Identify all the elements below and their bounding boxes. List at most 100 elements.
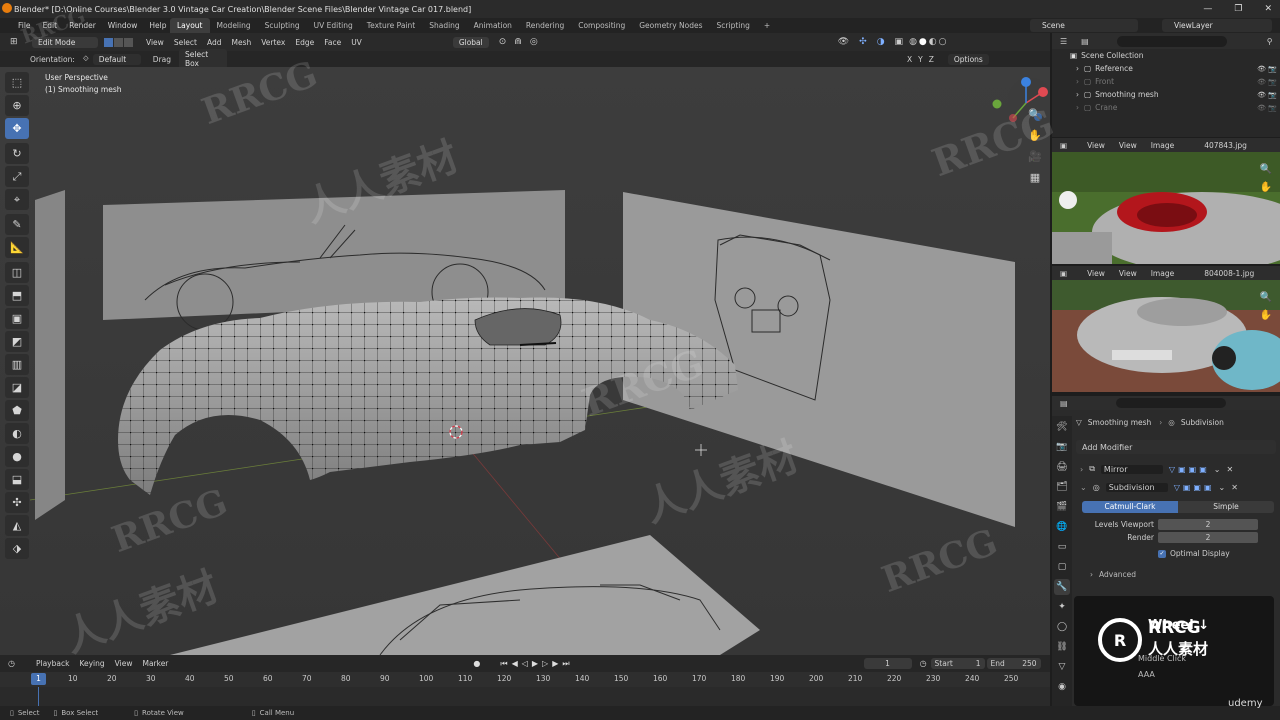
menu-timeline-view[interactable]: View (110, 659, 138, 668)
outliner-row[interactable]: › ▢ Crane 👁 📷 (1052, 101, 1280, 114)
data-icon[interactable]: ▽ (1054, 659, 1070, 675)
image-editor-1-menu-view-2[interactable]: View (1119, 141, 1137, 150)
outliner-editor-icon[interactable]: ☰ (1060, 37, 1067, 46)
tab-shading[interactable]: Shading (422, 18, 466, 33)
options-dropdown[interactable]: Options (947, 53, 989, 65)
mirror-axis-y[interactable]: Y (918, 55, 923, 64)
tool-icon[interactable]: 🛠 (1054, 419, 1070, 435)
menu-face[interactable]: Face (319, 38, 346, 47)
image-editor-2-menu-image[interactable]: Image (1151, 269, 1175, 278)
collection-icon[interactable]: ▭ (1054, 539, 1070, 555)
annotate-icon[interactable]: ✎ (5, 214, 29, 235)
advanced-subpanel[interactable]: › Advanced (1090, 570, 1136, 579)
view-layer-selector[interactable]: ViewLayer (1162, 19, 1272, 32)
inset-icon[interactable]: ▣ (5, 308, 29, 329)
expand-chevron-icon[interactable]: › (1080, 465, 1083, 474)
expand-chevron-icon[interactable]: › (1076, 64, 1084, 73)
menu-view[interactable]: View (141, 38, 169, 47)
display-mode-icon[interactable]: ▤ (1081, 37, 1089, 46)
camera-icon[interactable]: 🎥 (1026, 150, 1044, 168)
edge-select-icon[interactable] (114, 37, 123, 47)
image-editor-1-filename[interactable]: 407843.jpg (1204, 141, 1247, 150)
render-levels-field[interactable]: 2 (1158, 532, 1258, 543)
remove-modifier-icon[interactable]: ✕ (1231, 483, 1238, 492)
minimize-button[interactable]: — (1203, 4, 1212, 14)
outliner-row[interactable]: › ▢ Smoothing mesh 👁 📷 (1052, 88, 1280, 101)
expand-chevron-icon[interactable]: › (1076, 77, 1084, 86)
image-editor-icon[interactable]: ▣ (1060, 141, 1067, 150)
mode-selector[interactable]: Edit Mode (32, 36, 98, 48)
scene-icon[interactable]: 🎬 (1054, 499, 1070, 515)
tab-compositing[interactable]: Compositing (571, 18, 632, 33)
tab-scripting[interactable]: Scripting (710, 18, 757, 33)
knife-icon[interactable]: ◪ (5, 377, 29, 398)
rip-icon[interactable]: ⬗ (5, 538, 29, 559)
shear-icon[interactable]: ◭ (5, 515, 29, 536)
outliner-row[interactable]: › ▢ Front 👁 📷 (1052, 75, 1280, 88)
remove-modifier-icon[interactable]: ✕ (1226, 465, 1233, 474)
menu-help[interactable]: Help (143, 21, 172, 30)
modifier-menu-icon[interactable]: ⌄ (1219, 483, 1226, 492)
transform-icon[interactable]: ⌖ (5, 189, 29, 210)
menu-select[interactable]: Select (169, 38, 202, 47)
preview-range-icon[interactable]: ◷ (920, 659, 927, 668)
wireframe-shading-icon[interactable]: ◍ (909, 37, 917, 47)
add-workspace-button[interactable]: + (757, 18, 777, 33)
render-camera-icon[interactable]: 📷 (1268, 78, 1277, 86)
modifier-mirror-name[interactable]: Mirror (1100, 464, 1163, 474)
image-zoom-icon[interactable]: 🔍 (1260, 164, 1272, 175)
image-editor-2-filename[interactable]: 804008-1.jpg (1204, 269, 1254, 278)
visibility-eye-icon[interactable]: 👁 (1257, 78, 1266, 86)
close-button[interactable]: ✕ (1264, 4, 1272, 14)
expand-chevron-icon[interactable]: › (1076, 103, 1084, 112)
menu-mesh[interactable]: Mesh (226, 38, 256, 47)
filter-icon[interactable]: ⚲ (1267, 37, 1273, 46)
mirror-axis-x[interactable]: X (907, 55, 912, 64)
frame-ruler[interactable]: 1 10 20 30 40 50 60 70 80 90 100 110 120 130 140 150 16… (0, 672, 1050, 687)
menu-vertex[interactable]: Vertex (256, 38, 290, 47)
spin-icon[interactable]: ◐ (5, 423, 29, 444)
3d-viewport[interactable]: User Perspective (1) Smoothing mesh (0, 67, 1050, 655)
visibility-eye-icon[interactable]: 👁 (1257, 104, 1266, 112)
optimal-display-checkbox[interactable]: ✓ (1158, 549, 1166, 558)
current-frame-marker[interactable]: 1 (31, 673, 46, 685)
material-shading-icon[interactable]: ◐ (929, 37, 937, 47)
render-camera-icon[interactable]: 📷 (1268, 65, 1277, 73)
expand-chevron-icon[interactable]: › (1076, 90, 1084, 99)
constraints-icon[interactable]: ⛓ (1054, 639, 1070, 655)
current-frame-field[interactable]: 1 (863, 658, 912, 669)
modifier-mirror[interactable]: › ⧉ Mirror ▽▣▣▣ ⌄ ✕ (1076, 462, 1276, 476)
tab-uv-editing[interactable]: UV Editing (307, 18, 360, 33)
simple-option[interactable]: Simple (1178, 501, 1274, 513)
particles-icon[interactable]: ✦ (1054, 599, 1070, 615)
world-icon[interactable]: 🌐 (1054, 519, 1070, 535)
tab-rendering[interactable]: Rendering (519, 18, 571, 33)
collapse-chevron-icon[interactable]: ⌄ (1080, 483, 1087, 492)
modifier-visibility-icons[interactable]: ▽▣▣▣ (1174, 483, 1215, 492)
move-icon[interactable]: ✥ (5, 118, 29, 139)
menu-window[interactable]: Window (102, 21, 144, 30)
scene-selector[interactable]: Scene (1030, 19, 1138, 32)
tab-modeling[interactable]: Modeling (210, 18, 258, 33)
view-layer-icon[interactable]: 🗂 (1054, 479, 1070, 495)
modifier-subdivision[interactable]: ⌄ ◎ Subdivision ▽▣▣▣ ⌄ ✕ (1076, 480, 1276, 494)
render-icon[interactable]: 📷 (1054, 439, 1070, 455)
cursor-icon[interactable]: ⊕ (5, 95, 29, 116)
face-select-icon[interactable] (124, 37, 133, 47)
properties-search-input[interactable] (1115, 398, 1226, 408)
maximize-button[interactable]: ❐ (1234, 4, 1242, 14)
grid-icon[interactable]: ▦ (1026, 171, 1044, 189)
visibility-icon[interactable]: 👁 (838, 37, 849, 47)
extrude-icon[interactable]: ⬒ (5, 285, 29, 306)
rotate-icon[interactable]: ↻ (5, 143, 29, 164)
menu-keying[interactable]: Keying (74, 659, 109, 668)
vertex-select-icon[interactable] (104, 37, 113, 47)
solid-shading-icon[interactable]: ● (919, 37, 927, 47)
scale-icon[interactable]: ⤢ (5, 166, 29, 187)
orientation-selector[interactable]: Default (92, 53, 141, 65)
modifier-visibility-icons[interactable]: ▽▣▣▣ (1169, 465, 1210, 474)
snap-icon[interactable]: ⋒ (514, 37, 522, 47)
xray-icon[interactable]: ▣ (895, 37, 904, 47)
outliner-search-input[interactable] (1116, 35, 1227, 47)
properties-editor-icon[interactable]: ▤ (1060, 399, 1068, 408)
